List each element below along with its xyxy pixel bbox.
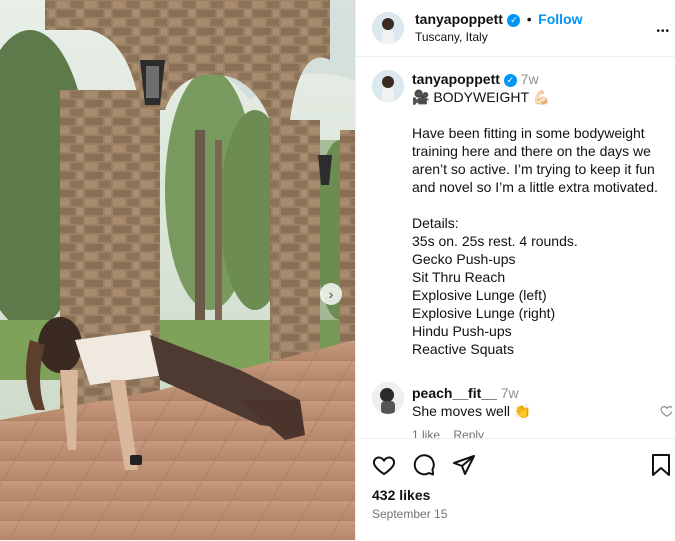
post-panel: tanyapoppett ✓ • Follow Tuscany, Italy •… — [355, 0, 675, 541]
caption-text: tanyapoppett ✓ 7w 🎥 BODYWEIGHT 💪🏻 Have b… — [412, 70, 675, 358]
detail-line: Hindu Push-ups — [412, 323, 512, 339]
detail-line: 35s on. 25s rest. 4 rounds. — [412, 233, 578, 249]
avatar-image — [372, 382, 404, 414]
comment-button[interactable] — [412, 453, 436, 482]
share-icon — [453, 455, 475, 475]
post-location[interactable]: Tuscany, Italy — [415, 30, 488, 44]
comment-username[interactable]: peach__fit__ — [412, 385, 497, 401]
caption-time[interactable]: 7w — [521, 71, 539, 87]
heart-icon — [660, 406, 672, 417]
comment-like-button[interactable] — [660, 404, 672, 423]
detail-line: Gecko Push-ups — [412, 251, 516, 267]
detail-line: Reactive Squats — [412, 341, 514, 357]
caption-avatar[interactable] — [372, 70, 404, 102]
avatar-image — [372, 70, 404, 102]
heart-icon — [372, 456, 396, 476]
detail-line: Sit Thru Reach — [412, 269, 506, 285]
comment-time[interactable]: 7w — [501, 385, 519, 401]
caption-title: 🎥 BODYWEIGHT 💪🏻 — [412, 89, 551, 105]
post-date[interactable]: September 15 — [372, 507, 447, 521]
next-media-button[interactable]: › — [320, 283, 342, 305]
comment-avatar[interactable] — [372, 382, 404, 414]
post-username[interactable]: tanyapoppett — [415, 11, 503, 27]
bookmark-icon — [652, 454, 670, 476]
share-button[interactable] — [452, 453, 476, 482]
detail-line: Explosive Lunge (left) — [412, 287, 547, 303]
post-photo — [0, 0, 355, 540]
details-heading: Details: — [412, 215, 459, 231]
like-button[interactable] — [372, 453, 396, 482]
avatar-image — [372, 12, 404, 44]
more-options-button[interactable]: ••• — [656, 18, 670, 39]
actions-bar: 432 likes September 15 — [356, 438, 675, 541]
verified-badge-icon: ✓ — [503, 73, 517, 87]
detail-line: Explosive Lunge (right) — [412, 305, 556, 321]
comment-icon — [413, 454, 435, 476]
avatar[interactable] — [372, 12, 404, 44]
follow-button[interactable]: Follow — [538, 11, 582, 27]
caption-username[interactable]: tanyapoppett — [412, 71, 500, 87]
chevron-right-icon: › — [328, 286, 334, 302]
comment: peach__fit__ 7w She moves well 👏 1 like … — [372, 382, 672, 438]
verified-badge-icon: ✓ — [507, 14, 521, 27]
more-icon: ••• — [656, 26, 670, 37]
save-button[interactable] — [650, 453, 672, 482]
reply-button[interactable]: Reply — [453, 428, 484, 438]
caption-intro: Have been fitting in some bodyweight tra… — [412, 125, 658, 195]
comment-likes[interactable]: 1 like — [412, 428, 440, 438]
post-header: tanyapoppett ✓ • Follow Tuscany, Italy •… — [356, 0, 675, 57]
post-media[interactable]: › — [0, 0, 355, 540]
separator-dot: • — [526, 11, 532, 27]
likes-count[interactable]: 432 likes — [372, 487, 430, 503]
comment-text: She moves well 👏 — [412, 403, 532, 419]
